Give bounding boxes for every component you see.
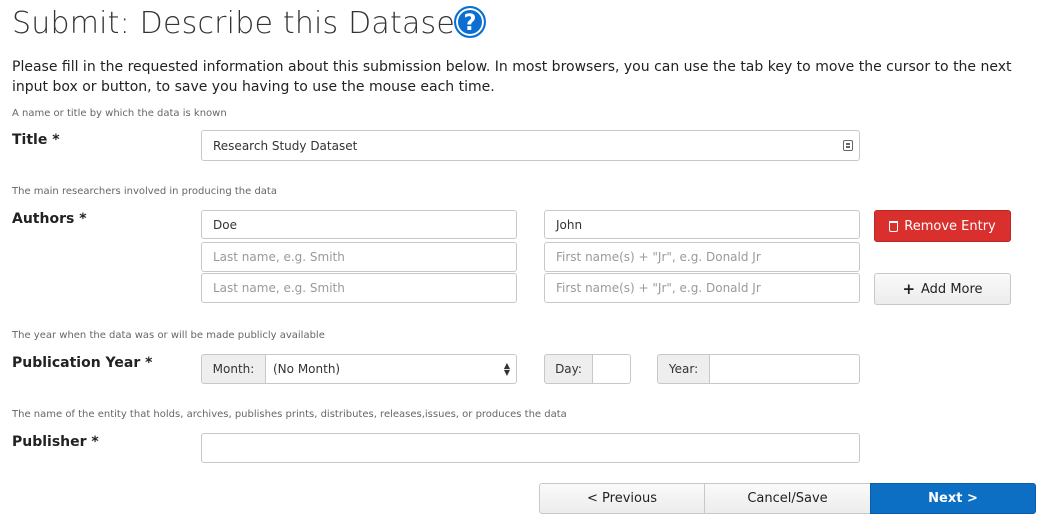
author-last-name-input-3[interactable]: Last name, e.g. Smith [201, 273, 517, 303]
authors-label: Authors * [12, 211, 87, 227]
next-button[interactable]: Next > [870, 483, 1036, 514]
author-first-name-input-3[interactable]: First name(s) + "Jr", e.g. Donald Jr [544, 273, 860, 303]
title-label: Title * [12, 132, 60, 148]
add-more-label: Add More [921, 281, 983, 297]
month-select[interactable]: (No Month) ▲ ▼ [265, 354, 517, 384]
pubyear-label: Publication Year * [12, 355, 153, 371]
author-first-name-input-2[interactable]: First name(s) + "Jr", e.g. Donald Jr [544, 242, 860, 272]
authors-hint: The main researchers involved in produci… [12, 186, 277, 197]
author-last-name-input-2[interactable]: Last name, e.g. Smith [201, 242, 517, 272]
question-circle-icon[interactable]: ? [454, 6, 486, 38]
intro-text: Please fill in the requested information… [12, 59, 1012, 95]
remove-entry-button[interactable]: Remove Entry [874, 210, 1011, 242]
title-hint: A name or title by which the data is kno… [12, 108, 227, 119]
year-addon: Year: [657, 354, 710, 384]
add-more-button[interactable]: + Add More [874, 273, 1011, 305]
previous-button[interactable]: < Previous [539, 483, 705, 514]
pubyear-hint: The year when the data was or will be ma… [12, 330, 325, 341]
title-input[interactable]: Research Study Dataset [201, 130, 860, 161]
cancel-save-button[interactable]: Cancel/Save [704, 483, 871, 514]
year-input[interactable] [709, 354, 860, 384]
publisher-input[interactable] [201, 433, 860, 463]
author-first-name-input-1[interactable]: John [544, 210, 860, 239]
plus-icon: + [902, 280, 916, 298]
trash-icon [889, 220, 899, 232]
page-title: Submit: Describe this Dataset [12, 6, 468, 41]
day-addon: Day: [544, 354, 593, 384]
select-arrows-icon: ▲ ▼ [503, 361, 510, 377]
contact-card-icon [843, 140, 853, 151]
title-input-value: Research Study Dataset [213, 138, 358, 153]
remove-entry-label: Remove Entry [904, 218, 996, 234]
month-select-value: (No Month) [273, 362, 341, 376]
author-last-name-input-1[interactable]: Doe [201, 210, 517, 239]
day-input[interactable] [592, 354, 631, 384]
publisher-hint: The name of the entity that holds, archi… [12, 409, 567, 420]
publisher-label: Publisher * [12, 434, 99, 450]
month-addon: Month: [201, 354, 266, 384]
